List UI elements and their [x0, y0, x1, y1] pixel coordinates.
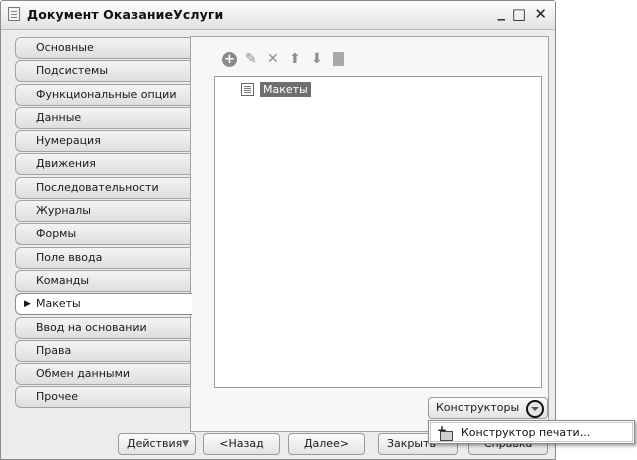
- document-editor-window: Документ ОказаниеУслуги _ □ ✕ Основные По…: [0, 0, 556, 460]
- tab-label: Макеты: [36, 297, 81, 311]
- back-button[interactable]: <Назад: [203, 433, 280, 455]
- tab-label: Обмен данными: [36, 367, 131, 381]
- tab-item[interactable]: Движения: [15, 153, 191, 176]
- tab-label: Подсистемы: [36, 64, 109, 78]
- tab-item[interactable]: Прочее: [15, 386, 191, 409]
- designers-button[interactable]: Конструкторы: [428, 397, 548, 419]
- move-down-icon[interactable]: ⬇: [311, 49, 323, 69]
- templates-tree[interactable]: Макеты: [214, 76, 542, 388]
- actions-button[interactable]: Действия ▼: [118, 433, 196, 455]
- tab-label: Команды: [36, 273, 90, 287]
- actions-button-label: Действия: [127, 437, 183, 450]
- tab-label: Последовательности: [36, 180, 159, 194]
- close-icon[interactable]: ✕: [534, 5, 547, 23]
- tab-label: Нумерация: [36, 134, 101, 148]
- edit-icon[interactable]: ✎: [245, 49, 257, 69]
- document-icon[interactable]: [333, 52, 344, 66]
- tab-label: Движения: [36, 157, 96, 171]
- chevron-down-icon: ▼: [182, 439, 189, 449]
- tree-item-label: Макеты: [260, 82, 311, 97]
- minimize-icon[interactable]: _: [498, 3, 506, 21]
- print-designer-icon: +: [437, 423, 453, 441]
- delete-icon[interactable]: ✕: [267, 49, 279, 69]
- tab-item[interactable]: Функциональные опции: [15, 83, 191, 106]
- tab-label: Поле ввода: [36, 250, 103, 264]
- designers-button-label: Конструкторы: [436, 401, 520, 414]
- tab-label: Права: [36, 343, 72, 357]
- tab-item[interactable]: Последовательности: [15, 176, 191, 199]
- tab-item[interactable]: Основные: [15, 37, 191, 59]
- active-tab-marker-icon: ▶: [24, 299, 31, 310]
- tab-item[interactable]: Права: [15, 339, 191, 362]
- chevron-down-icon[interactable]: [526, 400, 544, 418]
- tab-item[interactable]: Данные: [15, 106, 191, 129]
- tab-label: Функциональные опции: [36, 87, 177, 101]
- tab-label: Журналы: [36, 204, 91, 218]
- tab-label: Формы: [36, 227, 77, 241]
- window-title: Документ ОказаниеУслуги: [27, 7, 224, 22]
- popup-menu-item[interactable]: + Конструктор печати...: [430, 422, 633, 442]
- tab-item[interactable]: Подсистемы: [15, 60, 191, 83]
- tabs-list: Основные Подсистемы Функциональные опции Да…: [15, 37, 192, 410]
- tab-item[interactable]: Журналы: [15, 200, 191, 223]
- add-icon[interactable]: +: [222, 52, 237, 67]
- tab-label: Данные: [36, 110, 82, 124]
- tab-item[interactable]: Формы: [15, 223, 191, 246]
- tab-item[interactable]: Ввод на основании: [15, 316, 191, 339]
- tab-item[interactable]: Обмен данными: [15, 363, 191, 386]
- tab-item[interactable]: Команды: [15, 269, 191, 292]
- tab-item[interactable]: ▶ Макеты: [15, 293, 192, 316]
- document-icon: [8, 7, 20, 21]
- popup-menu-item-label: Конструктор печати...: [461, 426, 591, 439]
- tab-label: Ввод на основании: [36, 320, 147, 334]
- template-icon: [241, 83, 254, 96]
- designers-popup-menu: + Конструктор печати...: [428, 420, 635, 444]
- tab-label: Прочее: [36, 390, 79, 404]
- tab-label: Основные: [36, 41, 94, 54]
- maximize-icon[interactable]: □: [512, 5, 526, 23]
- move-up-icon[interactable]: ⬆: [289, 49, 301, 69]
- title-bar: Документ ОказаниеУслуги _ □ ✕: [1, 1, 555, 30]
- next-button[interactable]: Далее>: [288, 433, 365, 455]
- tab-item[interactable]: Нумерация: [15, 130, 191, 153]
- tab-item[interactable]: Поле ввода: [15, 246, 191, 269]
